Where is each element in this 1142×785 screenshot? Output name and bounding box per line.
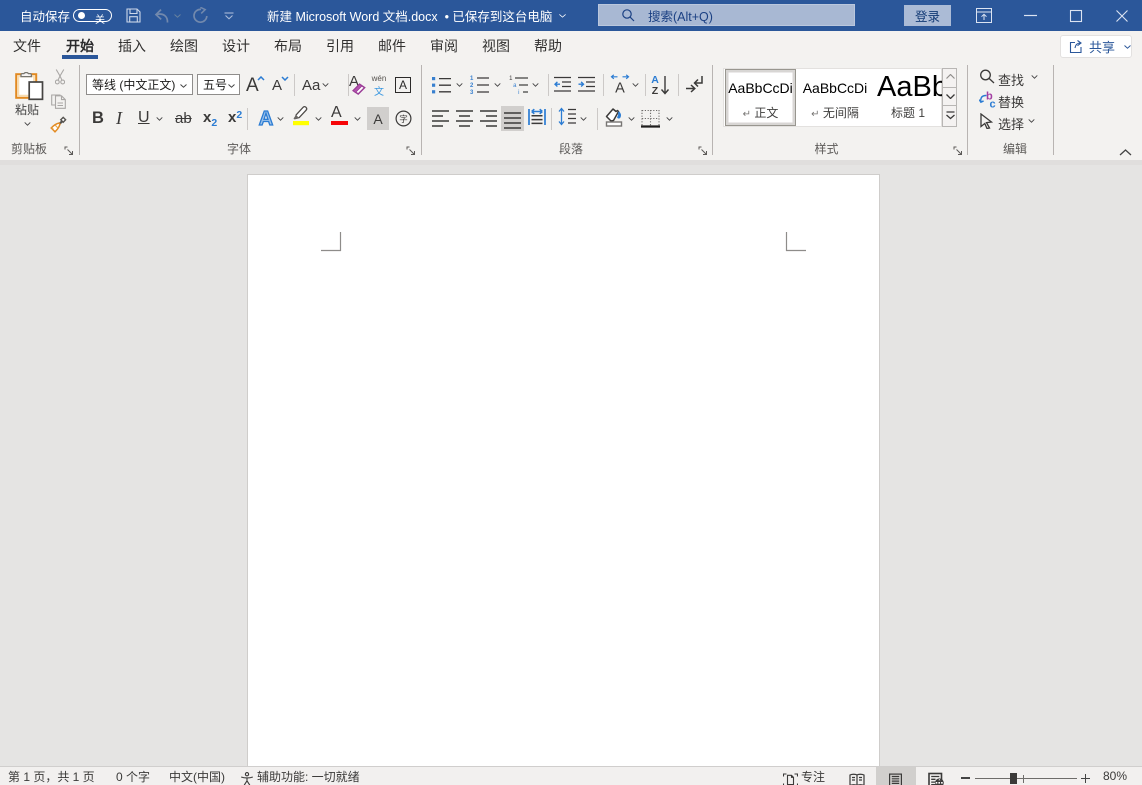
svg-text:i: i [518, 90, 519, 95]
svg-text:c: c [990, 99, 996, 109]
svg-text:A: A [615, 81, 625, 97]
svg-text:1: 1 [470, 76, 474, 82]
svg-text:a: a [513, 83, 517, 89]
svg-text:A: A [259, 108, 273, 129]
svg-text:Z: Z [652, 85, 659, 96]
svg-text:1: 1 [509, 76, 513, 82]
svg-text:2: 2 [470, 83, 474, 89]
svg-text:3: 3 [470, 90, 474, 95]
svg-text:字: 字 [399, 114, 408, 124]
